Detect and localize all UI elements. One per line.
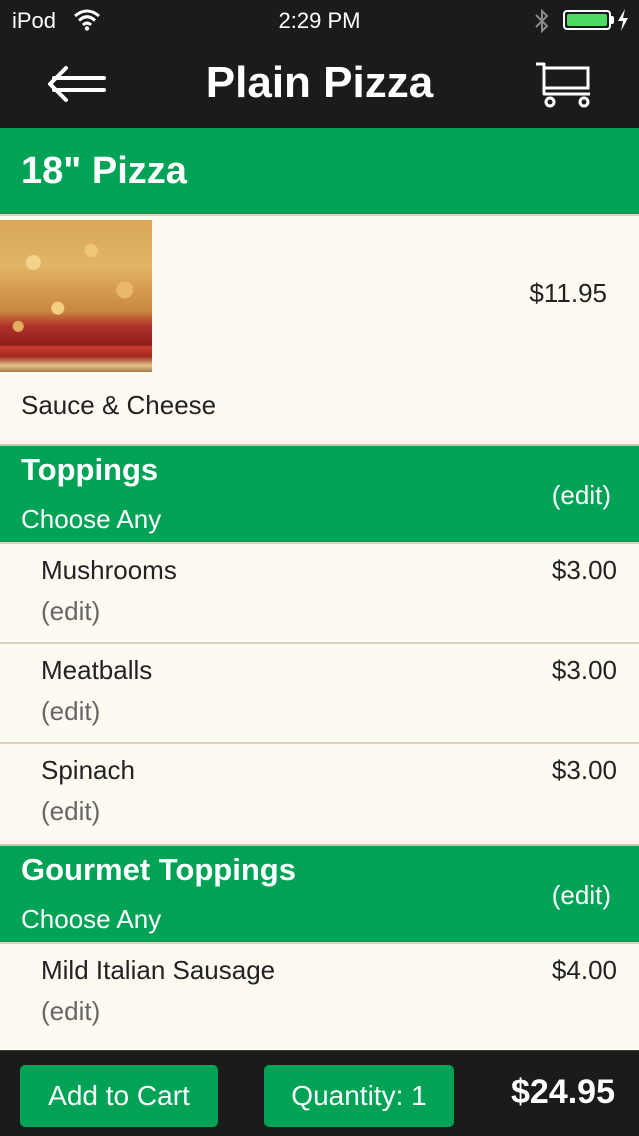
option-edit-link[interactable]: (edit) <box>41 796 100 827</box>
charging-bolt-icon <box>618 9 628 31</box>
group-subtitle: Choose Any <box>21 904 162 934</box>
group-title: Toppings <box>21 452 159 487</box>
group-edit-link[interactable]: (edit) <box>552 480 611 511</box>
pizza-image <box>0 220 152 372</box>
bottom-toolbar: Add to Cart Quantity: 1 $24.95 <box>0 1050 639 1136</box>
group-header-gourmet-toppings: Gourmet Toppings Choose Any (edit) <box>0 844 639 942</box>
option-name: Spinach <box>41 755 135 785</box>
option-edit-link[interactable]: (edit) <box>41 996 100 1027</box>
option-row-mild-italian-sausage[interactable]: Mild Italian Sausage $4.00 (edit) <box>0 942 639 1042</box>
item-title: 18" Pizza <box>21 150 187 192</box>
group-subtitle: Choose Any <box>21 504 162 534</box>
item-panel: $11.95 Sauce & Cheese <box>0 214 639 444</box>
option-row-mushrooms[interactable]: Mushrooms $3.00 (edit) <box>0 542 639 642</box>
option-row-meatballs[interactable]: Meatballs $3.00 (edit) <box>0 642 639 742</box>
battery-tip <box>611 16 614 24</box>
group-header-toppings: Toppings Choose Any (edit) <box>0 444 639 542</box>
quantity-button[interactable]: Quantity: 1 <box>264 1065 454 1127</box>
option-edit-link[interactable]: (edit) <box>41 596 100 627</box>
group-title: Gourmet Toppings <box>21 852 296 887</box>
bluetooth-icon <box>535 8 549 34</box>
option-price: $3.00 <box>551 755 617 785</box>
nav-bar: Plain Pizza <box>0 40 639 128</box>
item-price: $11.95 <box>529 278 607 308</box>
group-edit-link[interactable]: (edit) <box>552 880 611 911</box>
option-name: Mild Italian Sausage <box>41 955 276 985</box>
item-title-bar: 18" Pizza <box>0 128 639 214</box>
option-name: Mushrooms <box>41 555 177 585</box>
item-detail-content[interactable]: 18" Pizza $11.95 Sauce & Cheese Toppings… <box>0 128 639 1050</box>
status-bar: iPod 2:29 PM <box>0 0 639 40</box>
item-description: Sauce & Cheese <box>21 390 217 420</box>
cart-icon[interactable] <box>534 60 594 110</box>
order-total: $24.95 <box>511 1073 615 1111</box>
option-name: Meatballs <box>41 655 153 685</box>
battery-icon <box>563 10 611 30</box>
option-price: $3.00 <box>551 555 617 585</box>
option-price: $3.00 <box>551 655 617 685</box>
option-row-spinach[interactable]: Spinach $3.00 (edit) <box>0 742 639 842</box>
add-to-cart-button[interactable]: Add to Cart <box>20 1065 218 1127</box>
option-price: $4.00 <box>551 955 617 985</box>
option-edit-link[interactable]: (edit) <box>41 696 100 727</box>
